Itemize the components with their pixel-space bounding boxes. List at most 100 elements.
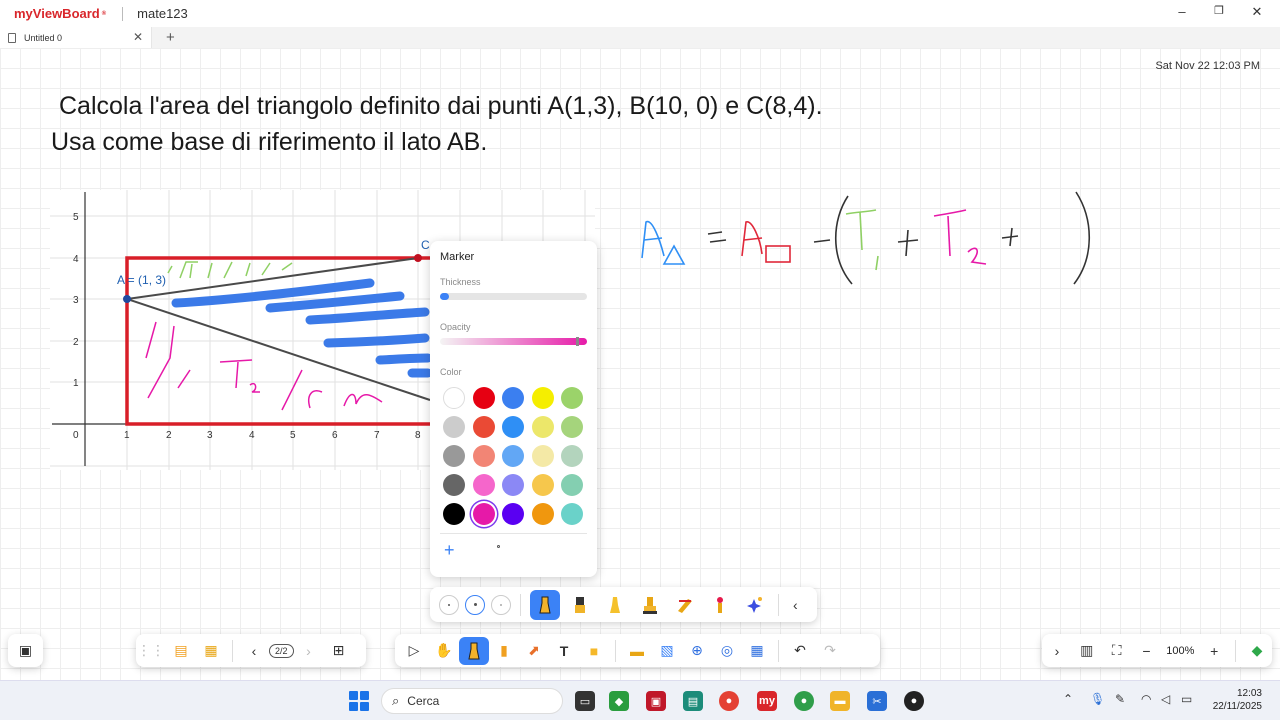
file-explorer-icon[interactable]: ▬: [830, 691, 850, 711]
color-swatch[interactable]: [472, 416, 495, 438]
problem-line-1: Calcola l'area del triangolo definito da…: [59, 92, 823, 120]
snipping-tool-icon[interactable]: ✂: [867, 691, 887, 711]
drag-handle-icon[interactable]: ⋮⋮: [136, 637, 166, 665]
taskbar-clock[interactable]: 12:03 22/11/2025: [1213, 687, 1262, 713]
add-tab-icon[interactable]: +: [166, 27, 175, 48]
myviewboard-menu-icon[interactable]: ◆: [1242, 637, 1272, 665]
microphone-icon[interactable]: 🎙: [1090, 692, 1105, 706]
pen-tray-icon[interactable]: ✎: [1115, 692, 1125, 706]
minimize-button[interactable]: –: [1172, 4, 1192, 19]
page-indicator[interactable]: 2/2: [269, 643, 294, 658]
previous-page-icon[interactable]: ‹: [239, 637, 269, 665]
opacity-slider[interactable]: [440, 337, 587, 346]
shape-tool-icon[interactable]: ⬈: [519, 637, 549, 665]
color-swatch[interactable]: [443, 474, 465, 496]
pen-toolbar: ‹: [430, 587, 817, 622]
color-swatch[interactable]: [472, 474, 495, 496]
color-swatch[interactable]: [443, 387, 465, 409]
color-swatch[interactable]: [502, 503, 524, 525]
brush-tool-icon[interactable]: [600, 590, 630, 620]
text-tool-icon[interactable]: T: [549, 637, 579, 665]
color-swatch[interactable]: [443, 445, 465, 467]
app-icon-1[interactable]: ◆: [609, 691, 629, 711]
color-swatch[interactable]: [531, 416, 554, 438]
color-swatch[interactable]: [502, 416, 524, 438]
magic-pen-icon[interactable]: [705, 590, 735, 620]
myviewboard-taskbar-icon[interactable]: my: [757, 691, 777, 711]
web-browser-icon[interactable]: ⊕: [682, 637, 712, 665]
eyedropper-dot-icon[interactable]: [496, 545, 500, 548]
tab-untitled-0[interactable]: Untitled 0 ✕: [0, 27, 152, 48]
color-swatch[interactable]: [502, 387, 524, 409]
tray-chevron-icon[interactable]: ⌃: [1063, 692, 1073, 706]
clipboard-icon[interactable]: ▦: [196, 637, 226, 665]
zoom-in-icon[interactable]: +: [1199, 637, 1229, 665]
color-swatch[interactable]: [502, 474, 524, 496]
color-swatch[interactable]: [443, 503, 465, 525]
insert-media-icon[interactable]: ▧: [652, 637, 682, 665]
color-swatch[interactable]: [502, 445, 524, 467]
stamp-pen-tool-icon[interactable]: [635, 590, 665, 620]
point-a[interactable]: [123, 295, 131, 303]
color-swatch[interactable]: [561, 387, 583, 409]
color-swatch[interactable]: [472, 445, 495, 467]
collapse-chevron-icon[interactable]: ‹: [793, 597, 798, 613]
wifi-icon[interactable]: ◠: [1141, 692, 1151, 706]
pan-hand-icon[interactable]: ✋: [429, 637, 459, 665]
color-swatch[interactable]: [561, 474, 583, 496]
color-swatch[interactable]: [531, 387, 554, 409]
marker-tool-icon[interactable]: [529, 589, 560, 620]
app-logo: myViewBoard ®: [14, 6, 107, 21]
calligraphy-pen-icon[interactable]: [670, 590, 700, 620]
map-icon[interactable]: ▥: [1072, 637, 1102, 665]
color-swatch[interactable]: [531, 503, 554, 525]
app-icon-3[interactable]: ▤: [683, 691, 703, 711]
highlighter-tool-icon[interactable]: [565, 590, 595, 620]
chrome-alt-icon[interactable]: ●: [794, 691, 814, 711]
pen-size-medium[interactable]: [465, 594, 485, 615]
expand-chevron-icon[interactable]: ›: [1042, 637, 1072, 665]
color-swatch[interactable]: [561, 503, 583, 525]
redo-icon[interactable]: ↷: [815, 637, 845, 665]
pen-size-large[interactable]: [491, 594, 511, 615]
color-swatch[interactable]: [561, 445, 583, 467]
color-swatch[interactable]: [443, 416, 465, 438]
battery-icon[interactable]: ▭: [1181, 692, 1192, 706]
fit-screen-icon[interactable]: ⛶: [1102, 637, 1132, 665]
app-icon-2[interactable]: ▣: [646, 691, 666, 711]
add-page-icon[interactable]: ⊞: [324, 637, 354, 665]
chrome-icon[interactable]: ●: [719, 691, 739, 711]
pen-size-small[interactable]: [439, 594, 459, 615]
taskbar-search[interactable]: ⌕ Cerca: [381, 688, 563, 714]
color-swatch[interactable]: [561, 416, 583, 438]
next-page-icon[interactable]: ›: [294, 637, 324, 665]
screen-capture-icon[interactable]: ▣: [8, 634, 43, 667]
color-swatch[interactable]: [472, 387, 495, 409]
close-button[interactable]: ✕: [1247, 4, 1267, 20]
undo-icon[interactable]: ↶: [785, 637, 815, 665]
ai-sparkle-pen-icon[interactable]: [740, 590, 770, 620]
zoom-out-icon[interactable]: −: [1132, 637, 1162, 665]
pen-tool-icon[interactable]: [459, 636, 489, 665]
presentation-icon[interactable]: ▤: [166, 637, 196, 665]
thickness-slider[interactable]: [440, 293, 587, 300]
maximize-button[interactable]: ❐: [1209, 4, 1229, 17]
apps-grid-icon[interactable]: ▦: [742, 637, 772, 665]
color-swatch[interactable]: [531, 445, 554, 467]
opacity-slider-handle[interactable]: [576, 337, 579, 346]
color-swatch[interactable]: [472, 503, 495, 525]
task-view-icon[interactable]: ▭: [575, 691, 595, 711]
volume-icon[interactable]: ◁: [1161, 692, 1170, 706]
x-tick-3: 3: [207, 430, 213, 441]
color-swatch[interactable]: [531, 474, 554, 496]
screenshot-icon[interactable]: ◎: [712, 637, 742, 665]
windows-start-icon[interactable]: [349, 691, 369, 711]
select-tool-icon[interactable]: ▷: [399, 637, 429, 665]
point-c[interactable]: [414, 254, 422, 262]
eraser-icon[interactable]: ▮: [489, 637, 519, 665]
folder-icon[interactable]: ▬: [622, 637, 652, 665]
tab-close-icon[interactable]: ✕: [133, 30, 143, 44]
add-color-icon[interactable]: +: [444, 540, 455, 561]
obs-icon[interactable]: ●: [904, 691, 924, 711]
sticky-note-icon[interactable]: ■: [579, 637, 609, 665]
